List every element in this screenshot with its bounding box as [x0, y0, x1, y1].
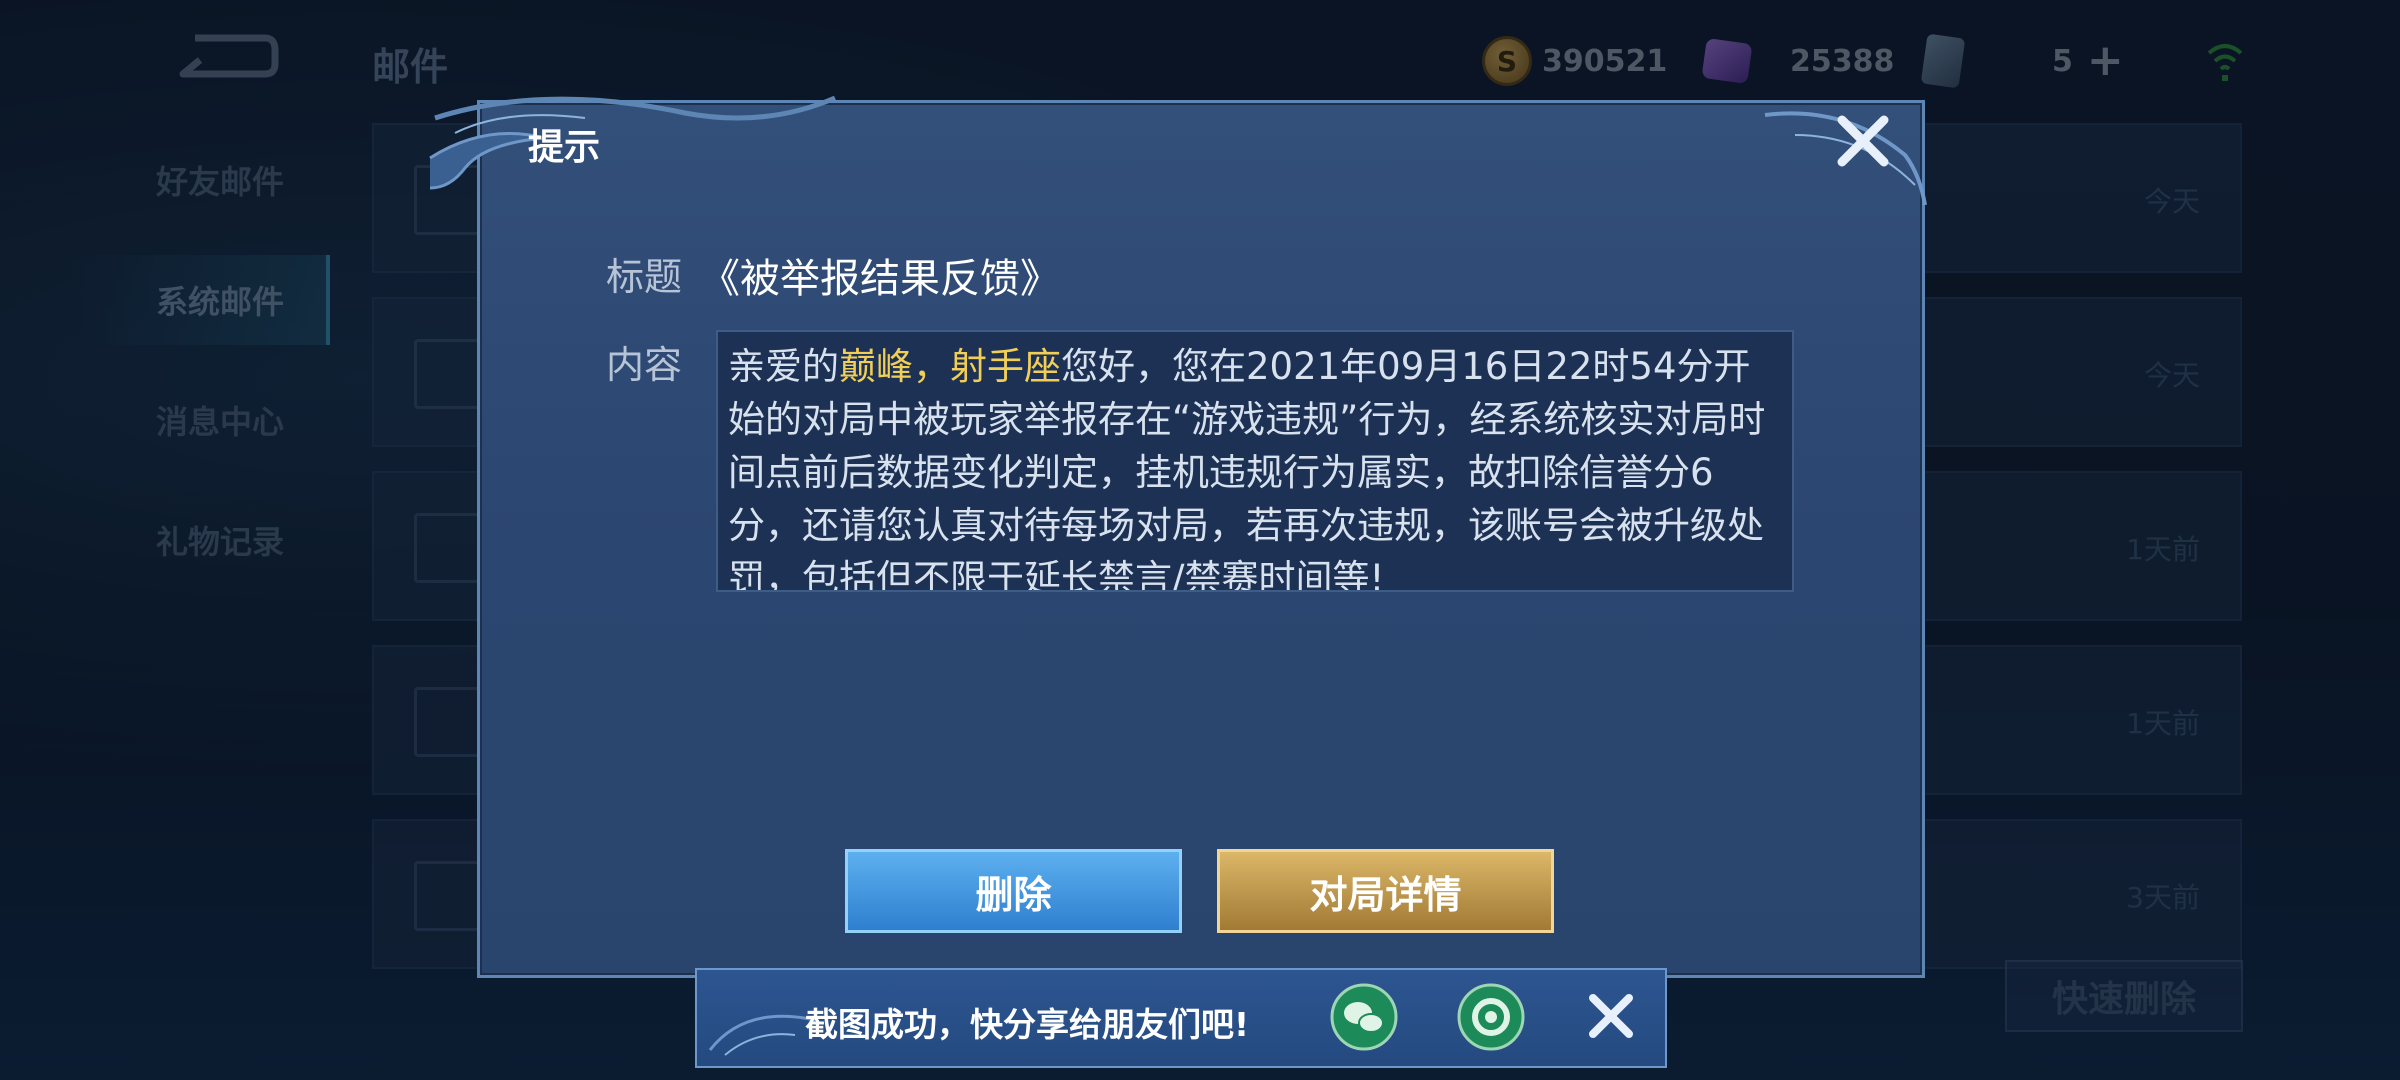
- content-text: 亲爱的巅峰，射手座您好，您在2021年09月16日22时54分开始的对局中被玩家…: [728, 340, 1782, 590]
- wechat-share-icon[interactable]: [1330, 983, 1398, 1051]
- dialog-ornament-left: [429, 95, 836, 190]
- title-label: 标题: [606, 255, 683, 299]
- content-label: 内容: [606, 343, 683, 387]
- delete-button[interactable]: 删除: [845, 849, 1182, 933]
- content-greeting: 亲爱的: [728, 345, 839, 388]
- mail-title: 《被举报结果反馈》: [700, 256, 1060, 302]
- player-name: 巅峰，射手座: [839, 345, 1061, 388]
- match-detail-button[interactable]: 对局详情: [1217, 849, 1554, 933]
- toast-message: 截图成功，快分享给朋友们吧!: [805, 1005, 1250, 1044]
- close-icon[interactable]: [1832, 110, 1894, 172]
- toast-close-icon[interactable]: [1585, 990, 1637, 1042]
- moments-share-icon[interactable]: [1457, 983, 1525, 1051]
- dialog-header: 提示: [528, 127, 601, 168]
- content-box[interactable]: 亲爱的巅峰，射手座您好，您在2021年09月16日22时54分开始的对局中被玩家…: [716, 330, 1794, 592]
